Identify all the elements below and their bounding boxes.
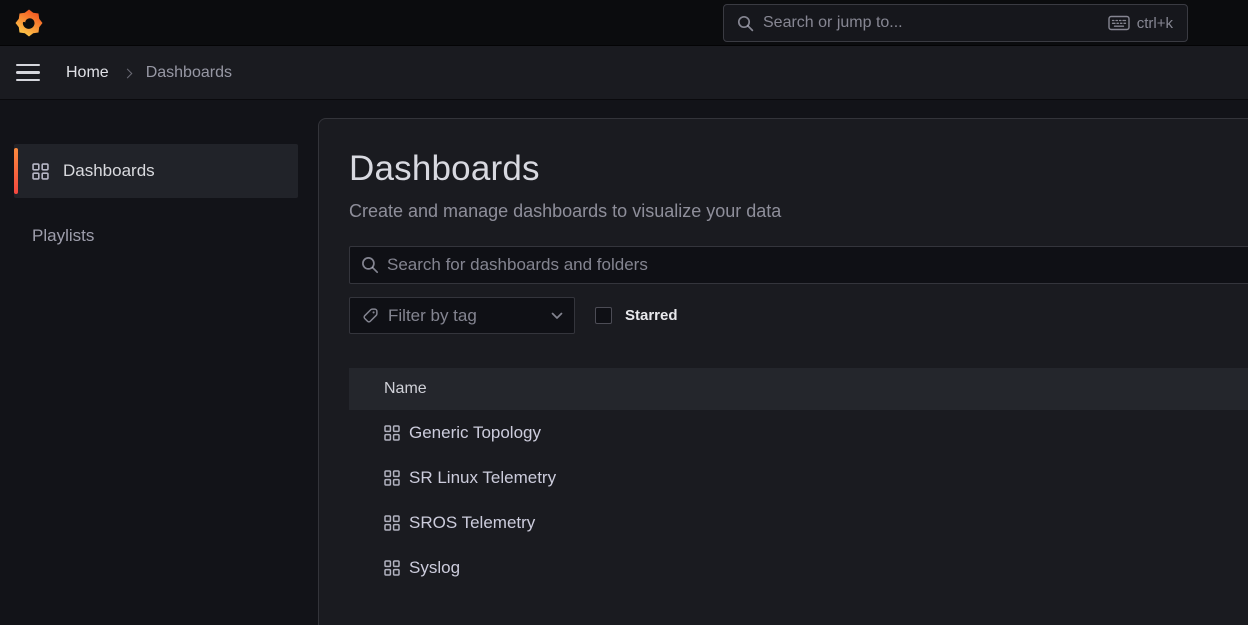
search-icon <box>737 15 754 32</box>
shortcut-text: ctrl+k <box>1137 15 1173 32</box>
starred-label: Starred <box>625 307 678 324</box>
search-icon <box>361 256 379 274</box>
dashboard-link[interactable]: Generic Topology <box>409 423 541 443</box>
menu-icon[interactable] <box>16 61 44 85</box>
tag-icon <box>362 307 379 324</box>
keyboard-icon <box>1108 15 1130 31</box>
page-title: Dashboards <box>349 149 1248 189</box>
tag-filter-label: Filter by tag <box>388 306 551 326</box>
tag-filter-dropdown[interactable]: Filter by tag <box>349 297 575 334</box>
sidebar-item-label: Dashboards <box>63 161 155 181</box>
grafana-logo-icon[interactable] <box>15 9 43 37</box>
sidebar-item-label: Playlists <box>32 226 94 246</box>
grafana-app: Search or jump to... ctrl+k Home Dashboa… <box>0 0 1248 625</box>
breadcrumb-home[interactable]: Home <box>66 64 109 82</box>
apps-icon <box>384 425 400 441</box>
page-subtitle: Create and manage dashboards to visualiz… <box>349 201 1248 222</box>
apps-icon <box>384 470 400 486</box>
starred-checkbox[interactable] <box>595 307 612 324</box>
apps-icon <box>32 163 49 180</box>
top-bar: Search or jump to... ctrl+k <box>0 0 1248 46</box>
chevron-down-icon <box>551 312 563 320</box>
breadcrumb-current: Dashboards <box>146 64 232 82</box>
breadcrumb: Home Dashboards <box>66 64 232 82</box>
table-row[interactable]: SROS Telemetry <box>349 500 1248 545</box>
table-header: Name <box>349 368 1248 410</box>
apps-icon <box>384 560 400 576</box>
table-row[interactable]: Syslog <box>349 545 1248 590</box>
breadcrumb-bar: Home Dashboards <box>0 46 1248 100</box>
dashboards-table: Name Generic Topology SR Linux Telemetry <box>349 368 1248 590</box>
starred-filter[interactable]: Starred <box>595 307 678 324</box>
dashboard-search <box>349 246 1248 284</box>
chevron-right-icon <box>122 68 132 78</box>
global-search-button[interactable]: Search or jump to... ctrl+k <box>723 4 1188 42</box>
sidebar-item-playlists[interactable]: Playlists <box>14 220 298 252</box>
main-panel: Dashboards Create and manage dashboards … <box>318 118 1248 625</box>
section-nav: Dashboards Playlists <box>0 100 318 625</box>
global-search-placeholder: Search or jump to... <box>763 14 1108 32</box>
column-header-name: Name <box>384 380 427 398</box>
dashboard-link[interactable]: SROS Telemetry <box>409 513 535 533</box>
dashboard-link[interactable]: Syslog <box>409 558 460 578</box>
dashboard-search-input[interactable] <box>349 246 1248 284</box>
shortcut-hint: ctrl+k <box>1108 15 1173 32</box>
filter-row: Filter by tag Starred <box>349 297 1248 334</box>
dashboard-link[interactable]: SR Linux Telemetry <box>409 468 556 488</box>
table-row[interactable]: Generic Topology <box>349 410 1248 455</box>
sidebar-item-dashboards[interactable]: Dashboards <box>14 144 298 198</box>
active-indicator <box>14 148 18 194</box>
table-row[interactable]: SR Linux Telemetry <box>349 455 1248 500</box>
main-content: Dashboards Create and manage dashboards … <box>318 100 1248 625</box>
apps-icon <box>384 515 400 531</box>
